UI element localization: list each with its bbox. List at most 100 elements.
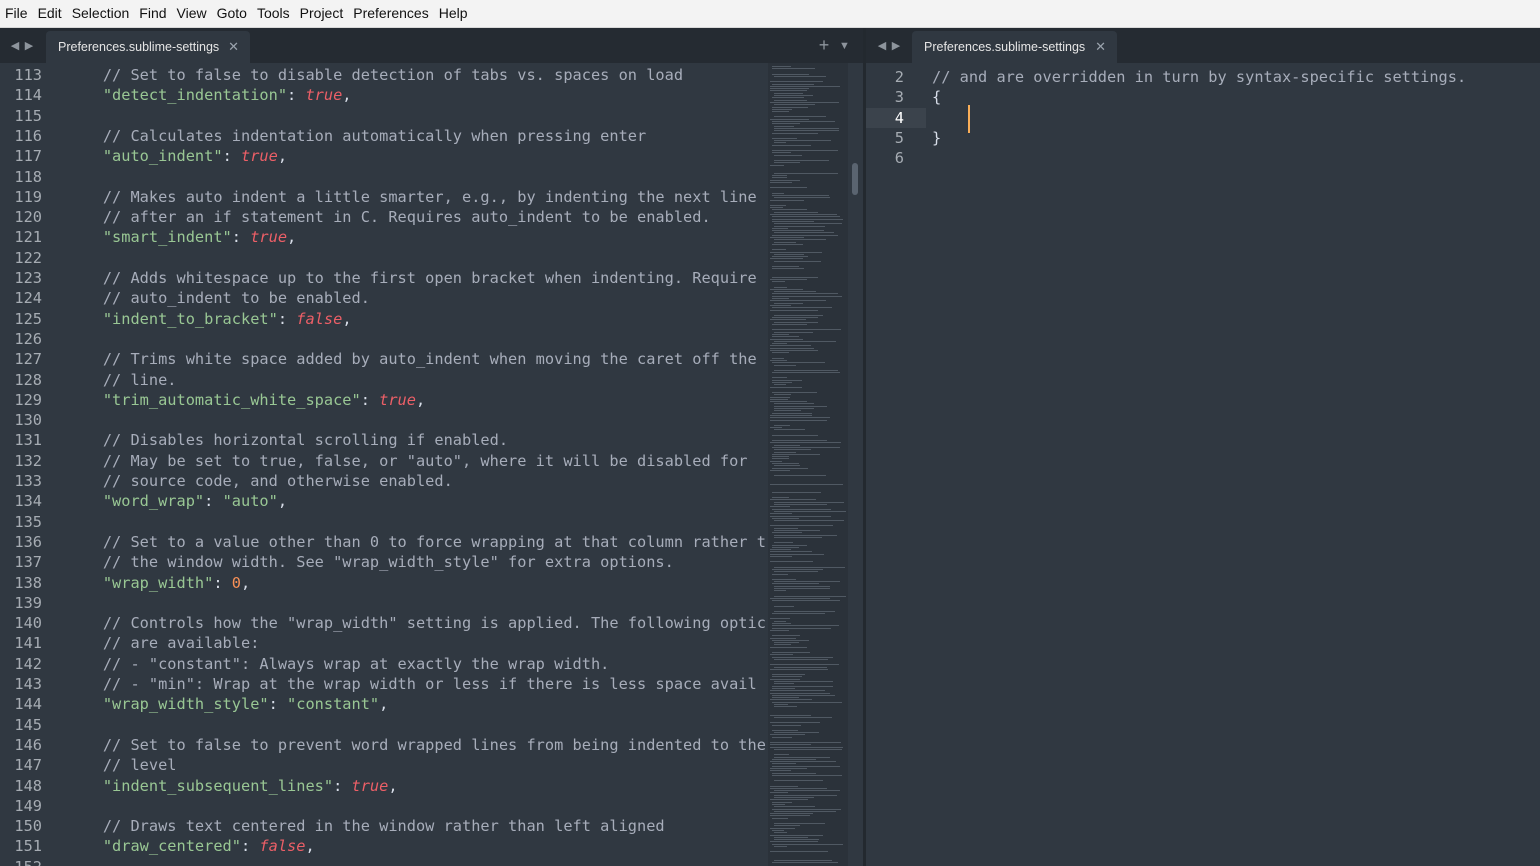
left-editor-pane[interactable]: 113 // Set to false to disable detection… [0,63,863,866]
vertical-scrollbar[interactable] [849,63,863,866]
line-number: 5 [894,128,904,147]
minimap-line [772,266,799,267]
minimap-line [774,620,786,622]
menu-tools[interactable]: Tools [252,0,295,27]
minimap-line [774,581,840,583]
code-token: // Draws text centered in the window rat… [66,817,665,836]
code-token: // auto_indent to be enabled. [66,289,370,308]
minimap-line [772,192,784,194]
minimap-line [770,515,831,517]
minimap-line [770,692,830,694]
tab-dropdown-icon[interactable]: ▼ [839,40,850,52]
minimap-line [770,637,796,639]
minimap-line [770,179,800,181]
new-tab-icon[interactable]: + [816,35,832,56]
minimap-line [770,668,828,670]
minimap-line [772,343,787,345]
code-text: // after an if statement in C. Requires … [66,207,711,227]
code-token: , [277,147,288,166]
close-tab-icon[interactable]: ✕ [228,39,239,55]
minimap-line [774,104,815,106]
minimap-line [770,204,786,206]
minimap-line [774,172,838,174]
minimap-line [772,209,807,211]
minimap-line [770,714,811,716]
minimap-line [774,403,814,405]
minimap-line [772,295,842,297]
right-tab-nav: ◀ ▶ [875,28,903,63]
minimap-line [770,799,808,801]
minimap-line [774,429,805,431]
line-number: 138 [14,573,42,592]
menu-find[interactable]: Find [134,0,171,27]
code-line: 142 // - "constant": Always wrap at exac… [0,654,863,674]
minimap-line [772,772,816,774]
code-text: // source code, and otherwise enabled. [66,471,453,491]
menu-goto[interactable]: Goto [212,0,252,27]
line-number: 141 [14,634,42,653]
right-editor-pane[interactable]: 2 // and are overridden in turn by syntax… [866,63,1540,866]
minimap-line [770,278,807,280]
minimap-line [772,724,801,726]
minimap-line [774,832,787,834]
minimap[interactable] [768,63,848,866]
code-token: // are available: [66,634,260,653]
code-line: 125 "indent_to_bracket": false, [0,309,863,329]
code-line: 143 // - "min": Wrap at the wrap width o… [0,674,863,694]
menu-selection[interactable]: Selection [67,0,135,27]
tab-back-icon[interactable]: ◀ [875,39,889,52]
minimap-line [770,207,783,209]
code-token: // Makes auto indent a little smarter, e… [66,187,757,206]
minimap-line [770,787,827,789]
code-text: "wrap_width": 0, [66,573,250,593]
tab-forward-icon[interactable]: ▶ [889,39,903,52]
minimap-line [774,302,803,304]
code-token: : [277,309,297,328]
code-line: 140 // Controls how the "wrap_width" set… [0,613,863,633]
minimap-line [774,99,807,101]
minimap-line [770,81,823,83]
close-tab-icon[interactable]: ✕ [1095,39,1106,55]
minimap-line [772,132,818,134]
minimap-line [770,90,807,92]
menu-edit[interactable]: Edit [33,0,67,27]
minimap-line [770,646,807,648]
minimap-line [774,384,786,386]
minimap-line [772,362,825,364]
line-number: 133 [14,472,42,490]
minimap-line [772,357,784,359]
code-text: // and are overridden in turn by syntax-… [932,67,1466,87]
tab-preferences-right[interactable]: Preferences.sublime-settings ✕ [912,31,1117,63]
tab-back-icon[interactable]: ◀ [8,39,22,52]
menu-bar: File Edit Selection Find View Goto Tools Projec… [0,0,1540,28]
minimap-line [770,513,792,515]
minimap-line [774,810,836,812]
minimap-line [772,150,838,151]
minimap-line [770,742,841,743]
minimap-line [772,573,788,575]
menu-project[interactable]: Project [295,0,349,27]
minimap-line [774,241,796,243]
menu-preferences[interactable]: Preferences [348,0,433,27]
scrollbar-thumb[interactable] [852,163,858,195]
tab-tools: + ▼ [816,28,850,63]
code-token: true [305,86,343,105]
line-number: 3 [894,88,904,107]
minimap-line [772,256,808,258]
menu-help[interactable]: Help [434,0,473,27]
minimap-line [772,268,804,270]
code-token: true [240,147,278,166]
menu-file[interactable]: File [0,0,33,27]
minimap-line [774,314,823,316]
tab-preferences-left[interactable]: Preferences.sublime-settings ✕ [46,31,250,63]
minimap-line [770,419,827,421]
tab-forward-icon[interactable]: ▶ [22,39,36,52]
minimap-line [770,525,833,527]
minimap-line [770,182,792,183]
code-token: , [287,228,297,247]
minimap-line [774,211,818,213]
code-token: // May be set to true, false, or "auto",… [66,451,748,470]
menu-view[interactable]: View [172,0,212,27]
line-number: 148 [14,776,42,795]
line-number: 116 [14,126,42,145]
